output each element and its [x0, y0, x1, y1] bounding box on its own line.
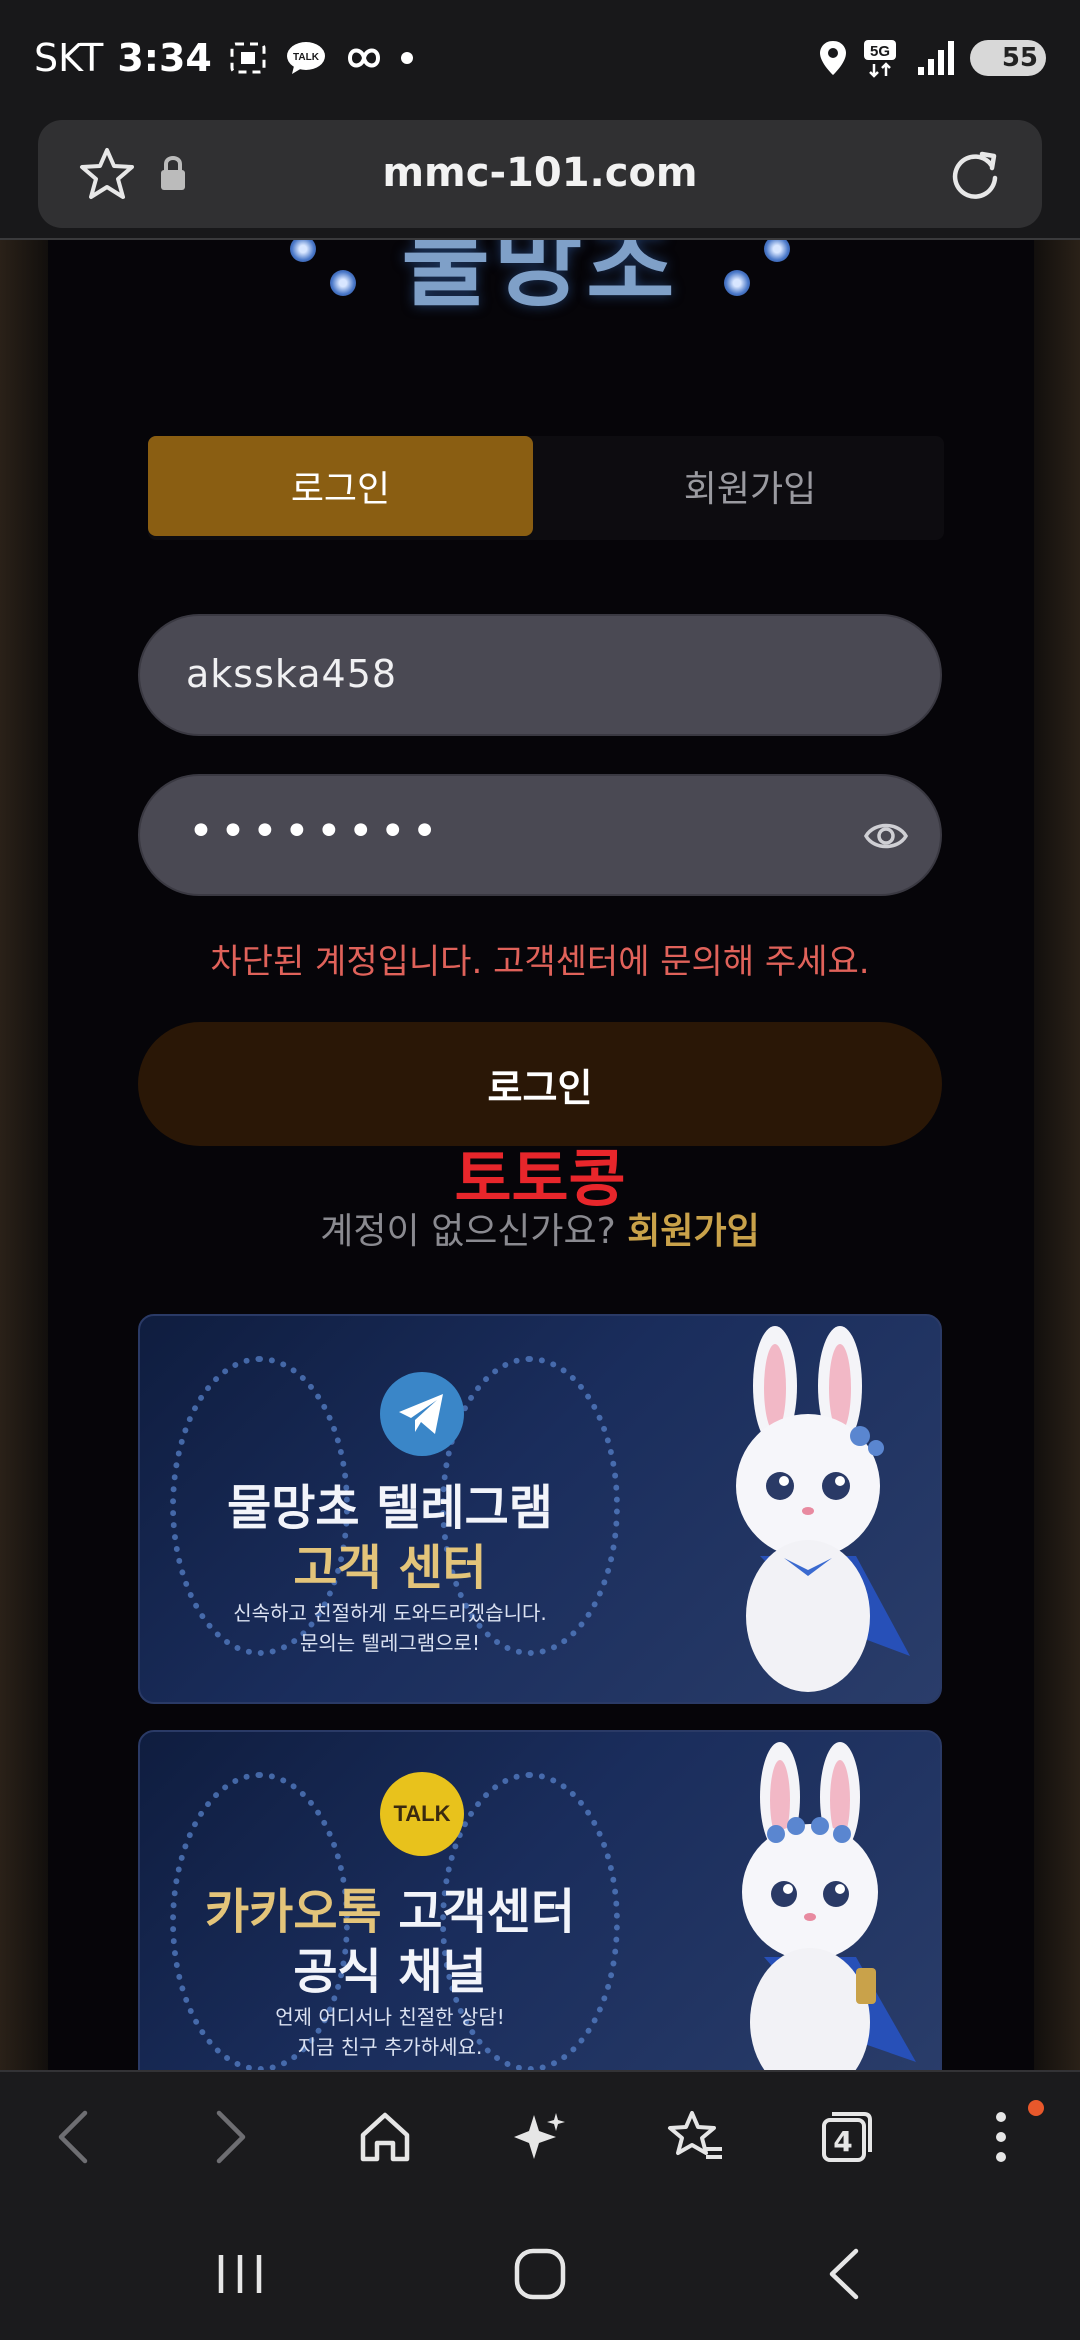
tab-login[interactable]: 로그인	[148, 436, 533, 536]
notification-dot-icon	[1028, 2100, 1044, 2116]
site-logo: 물망초	[270, 240, 810, 320]
5g-icon: 5G	[864, 40, 896, 78]
home-button[interactable]	[350, 2102, 420, 2172]
web-content: 물망초 로그인 회원가입 aksska458 •••••••• 차단된 계정입니…	[0, 240, 1080, 2070]
talk-icon: TALK	[286, 42, 325, 74]
auth-tabs: 로그인 회원가입	[148, 436, 944, 540]
svg-text:TALK: TALK	[293, 52, 320, 63]
back-arrow-icon	[58, 2110, 88, 2164]
screenshot-icon	[230, 42, 266, 74]
tabs-button[interactable]: 4	[812, 2102, 882, 2172]
username-field[interactable]: aksska458	[138, 614, 942, 736]
kakaotalk-icon: TALK	[380, 1772, 464, 1856]
logo-text: 물망초	[401, 240, 679, 320]
carrier-label: SKT	[34, 36, 104, 80]
infinity-icon	[347, 48, 380, 68]
url-text[interactable]: mmc-101.com	[38, 150, 1042, 196]
more-vertical-icon	[996, 2112, 1006, 2162]
password-field[interactable]: ••••••••	[138, 774, 942, 896]
svg-text:5G: 5G	[870, 43, 890, 60]
back-chevron-icon	[829, 2248, 859, 2300]
forward-button[interactable]	[196, 2102, 266, 2172]
banner-title-line2: 공식 채널	[293, 1944, 487, 2000]
telegram-support-banner[interactable]: 물망초 텔레그램 고객 센터 신속하고 친절하게 도와드리겠습니다. 문의는 텔…	[138, 1314, 942, 1704]
dot-icon	[400, 52, 413, 64]
logo-flower-icon	[764, 240, 790, 262]
browser-address-area: mmc-101.com	[0, 118, 1080, 240]
menu-button[interactable]	[966, 2102, 1036, 2172]
clock: 3:34	[117, 36, 212, 80]
logo-flower-icon	[724, 270, 750, 296]
home-icon	[360, 2112, 410, 2162]
bunny-mascot-image	[742, 1742, 916, 2070]
banner-sub-line2: 지금 친구 추가하세요.	[297, 2035, 483, 2059]
location-icon	[820, 41, 846, 75]
bookmarks-star-list-icon	[668, 2111, 722, 2159]
system-navigation-bar	[0, 2200, 1080, 2340]
recent-apps-button[interactable]	[200, 2244, 280, 2304]
bookmarks-button[interactable]	[660, 2102, 730, 2172]
signal-icon	[918, 41, 954, 75]
banner-sub-line2: 문의는 텔레그램으로!	[300, 1631, 480, 1655]
banner-sub-line1: 언제 어디서나 친절한 상담!	[275, 2005, 505, 2029]
back-nav-button[interactable]	[804, 2244, 884, 2304]
signup-prompt-line: 계정이 없으신가요? 회원가입	[0, 1202, 1080, 1254]
kakaotalk-badge-label: TALK	[393, 1801, 451, 1826]
username-value: aksska458	[186, 652, 398, 696]
ai-assist-button[interactable]	[505, 2102, 575, 2172]
banner-title-line2: 고객 센터	[293, 1540, 487, 1596]
status-right: 5G 55	[818, 38, 1046, 78]
logo-flower-icon	[290, 240, 316, 262]
logo-flower-icon	[330, 270, 356, 296]
signup-link[interactable]: 회원가입	[627, 1211, 759, 1252]
kakaotalk-support-banner[interactable]: TALK 카카오톡 고객센터 공식 채널 언제 어디서나 친절한 상담! 지금 …	[138, 1730, 942, 2070]
status-left: SKT 3:34 TALK	[34, 36, 414, 80]
bunny-mascot-image	[736, 1326, 910, 1692]
forward-arrow-icon	[216, 2110, 246, 2164]
tab-signup[interactable]: 회원가입	[560, 436, 940, 536]
battery-icon: 55	[970, 40, 1046, 76]
home-circle-icon	[514, 2248, 566, 2300]
sparkle-icon	[514, 2113, 565, 2159]
banner-sub-line1: 신속하고 친절하게 도와드리겠습니다.	[233, 1601, 547, 1625]
show-password-eye-icon[interactable]	[864, 814, 908, 858]
tab-count: 4	[833, 2124, 853, 2158]
password-value: ••••••••	[188, 806, 444, 857]
reload-icon[interactable]	[946, 144, 1004, 204]
home-nav-button[interactable]	[500, 2244, 580, 2304]
browser-toolbar: 4	[0, 2070, 1080, 2200]
error-message: 차단된 계정입니다. 고객센터에 문의해 주세요.	[210, 942, 870, 982]
recent-apps-icon	[218, 2255, 262, 2293]
status-bar: SKT 3:34 TALK 5G 55	[0, 0, 1080, 118]
battery-level: 55	[1001, 43, 1038, 73]
address-bar[interactable]: mmc-101.com	[38, 120, 1042, 228]
telegram-icon	[380, 1372, 464, 1456]
signup-prompt: 계정이 없으신가요?	[320, 1211, 616, 1252]
back-button[interactable]	[38, 2102, 108, 2172]
